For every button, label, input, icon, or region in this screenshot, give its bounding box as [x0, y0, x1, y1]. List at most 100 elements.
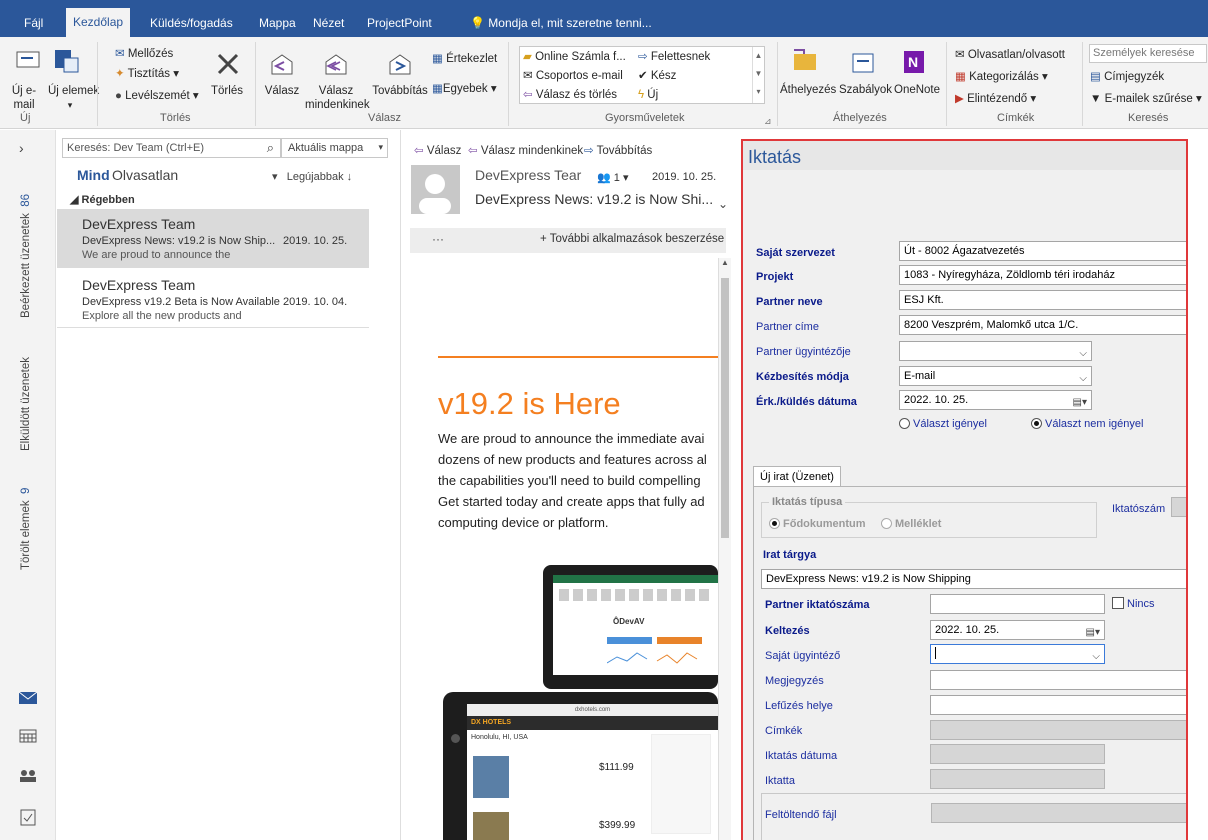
partner-name-field[interactable]: ESJ Kft.: [899, 290, 1186, 310]
list-item-sender: DevExpress Team: [82, 216, 196, 232]
subject-field[interactable]: DevExpress News: v19.2 is Now Shipping: [761, 569, 1186, 589]
project-label: Projekt: [756, 271, 794, 283]
partner-admin-dropdown[interactable]: ⌵: [899, 341, 1092, 361]
categorize-button[interactable]: ▦ Kategorizálás ▾: [955, 70, 1048, 84]
quick-step-done[interactable]: ✔ Kész: [638, 69, 676, 83]
quick-step-manager[interactable]: ⇨ Felettesnek: [638, 50, 710, 64]
more-options-icon[interactable]: ···: [432, 232, 444, 246]
tab-home[interactable]: Kezdőlap: [66, 8, 131, 37]
folder-sent[interactable]: Elküldött üzenetek: [20, 357, 32, 451]
upload-label: Feltöltendő fájl: [765, 809, 837, 821]
move-button[interactable]: Áthelyezés: [780, 83, 836, 97]
filter-all[interactable]: Mind: [77, 167, 110, 183]
tasks-nav-icon[interactable]: [18, 808, 38, 826]
radio-main-document[interactable]: Fődokumentum: [769, 518, 866, 530]
partner-address-field[interactable]: 8200 Veszprém, Malomkő utca 1/C.: [899, 315, 1186, 335]
quick-step-reply-delete[interactable]: ⇦ Válasz és törlés: [523, 88, 617, 102]
filter-unread[interactable]: Olvasatlan: [112, 167, 178, 183]
calendar-icon[interactable]: ▤▾: [1086, 624, 1100, 639]
list-item[interactable]: DevExpress Team DevExpress v19.2 Beta is…: [57, 270, 369, 328]
tab-projectpoint[interactable]: ProjectPoint: [367, 10, 432, 37]
own-org-field[interactable]: Út - 8002 Ágazatvezetés: [899, 241, 1186, 261]
none-checkbox[interactable]: Nincs: [1112, 597, 1155, 610]
delivery-method-dropdown[interactable]: E-mail ⌵: [899, 366, 1092, 386]
meeting-button[interactable]: ▦ Értekezlet: [432, 52, 497, 66]
search-people-input[interactable]: Személyek keresése: [1089, 44, 1207, 63]
date-picker[interactable]: 2022. 10. 25. ▤▾: [899, 390, 1092, 410]
rules-icon: [852, 53, 874, 73]
filter-email-button[interactable]: ▼ E-mailek szűrése ▾: [1090, 92, 1202, 106]
upload-field[interactable]: [931, 803, 1186, 823]
radio-attachment[interactable]: Melléklet: [881, 518, 941, 530]
own-admin-dropdown[interactable]: ⌵: [930, 644, 1105, 664]
radio-response-not-required[interactable]: Választ nem igényel: [1031, 418, 1143, 430]
more-respond-button[interactable]: ▦Egyebek ▾: [432, 82, 497, 96]
forward-button[interactable]: Továbbítás: [370, 84, 430, 98]
own-org-label: Saját szervezet: [756, 247, 835, 259]
scrollbar-thumb[interactable]: [721, 278, 729, 538]
unread-read-button[interactable]: ✉ Olvasatlan/olvasott: [955, 48, 1065, 62]
search-icon[interactable]: ⌕: [267, 140, 274, 156]
list-item[interactable]: DevExpress Team DevExpress News: v19.2 i…: [57, 209, 369, 268]
expand-header-icon[interactable]: ⌄: [718, 197, 728, 211]
expand-folder-pane-icon[interactable]: ›: [19, 140, 24, 156]
junk-button[interactable]: ● Levélszemét ▾: [115, 89, 199, 103]
search-input[interactable]: Keresés: Dev Team (Ctrl+E) ⌕: [62, 138, 281, 158]
tab-folder[interactable]: Mappa: [259, 10, 296, 37]
reading-reply-button[interactable]: ⇦ Válasz: [414, 143, 461, 157]
reading-forward-button[interactable]: ⇨ Továbbítás: [584, 143, 652, 157]
folder-inbox[interactable]: Beérkezett üzenetek 86: [20, 194, 32, 318]
quick-step-new[interactable]: ϟ Új: [638, 88, 658, 102]
reg-number-field[interactable]: [1171, 497, 1186, 517]
delete-button[interactable]: Törlés: [207, 84, 247, 98]
reading-subject: DevExpress News: v19.2 is Now Shi...: [475, 191, 714, 207]
partner-name-label: Partner neve: [756, 296, 823, 308]
ignore-button[interactable]: ✉ Mellőzés: [115, 47, 173, 61]
email-body-line: We are proud to announce the immediate a…: [438, 431, 705, 446]
tab-file[interactable]: Fájl: [24, 10, 43, 37]
tab-view[interactable]: Nézet: [313, 10, 344, 37]
calendar-nav-icon[interactable]: [18, 728, 38, 744]
tab-send-receive[interactable]: Küldés/fogadás: [150, 10, 233, 37]
tags-field[interactable]: [930, 720, 1186, 740]
filing-location-field[interactable]: [930, 695, 1186, 715]
project-field[interactable]: 1083 - Nyíregyháza, Zöldlomb téri irodah…: [899, 265, 1186, 285]
people-count[interactable]: 👥 1 ▾: [597, 171, 628, 184]
chevron-down-icon: ⌵: [1092, 651, 1100, 662]
reg-date-label: Iktatás dátuma: [765, 750, 838, 762]
onenote-button[interactable]: OneNote: [894, 83, 940, 97]
group-header-older[interactable]: ◢ Régebben: [70, 193, 135, 206]
person-icon: [419, 174, 451, 214]
new-email-button[interactable]: Új e-mail: [4, 84, 44, 112]
search-scope-dropdown[interactable]: Aktuális mappa ▾: [281, 138, 388, 158]
quick-steps-launcher-icon[interactable]: ⊿: [764, 114, 772, 128]
followup-button[interactable]: ▶ Elintézendő ▾: [955, 92, 1036, 106]
mail-nav-icon[interactable]: [18, 690, 38, 706]
cleanup-button[interactable]: ✦ Tisztítás ▾: [115, 67, 179, 81]
reply-button[interactable]: Válasz: [262, 84, 302, 98]
partner-regno-field[interactable]: [930, 594, 1105, 614]
sort-dropdown[interactable]: ▾ Legújabbak ↓: [272, 170, 352, 183]
quick-steps-scroll[interactable]: ▲ ▼ ▾: [752, 47, 764, 103]
registration-panel: Iktatás Saját szervezet Út - 8002 Ágazat…: [741, 139, 1188, 840]
folder-deleted[interactable]: Törölt elemek 9: [20, 488, 32, 570]
calendar-icon[interactable]: ▤▾: [1073, 394, 1087, 409]
email-icon: ✉: [523, 70, 533, 82]
new-items-button[interactable]: Új elemek ▾: [48, 84, 99, 112]
tab-new-document[interactable]: Új irat (Üzenet): [753, 466, 841, 487]
get-addins-button[interactable]: + További alkalmazások beszerzése: [540, 233, 724, 245]
tags-label: Címkék: [765, 725, 803, 737]
dated-picker[interactable]: 2022. 10. 25. ▤▾: [930, 620, 1105, 640]
radio-response-required[interactable]: Választ igényel: [899, 418, 987, 430]
address-book-button[interactable]: ▤ Címjegyzék: [1090, 70, 1164, 84]
note-field[interactable]: [930, 670, 1186, 690]
reading-sender[interactable]: DevExpress Tear: [475, 167, 581, 183]
reading-scrollbar[interactable]: ▲: [718, 258, 731, 840]
people-nav-icon[interactable]: [18, 768, 38, 784]
rules-button[interactable]: Szabályok: [839, 83, 892, 97]
tell-me-box[interactable]: 💡 Mondja el, mit szeretne tenni...: [470, 10, 652, 37]
reading-reply-all-button[interactable]: ⇦ Válasz mindenkinek: [468, 143, 583, 157]
quick-step-team-email[interactable]: ✉ Csoportos e-mail: [523, 69, 623, 83]
reply-all-button[interactable]: Válasz mindenkinek: [305, 84, 370, 112]
quick-step-online-invoice[interactable]: ▰ Online Számla f...: [523, 50, 626, 64]
